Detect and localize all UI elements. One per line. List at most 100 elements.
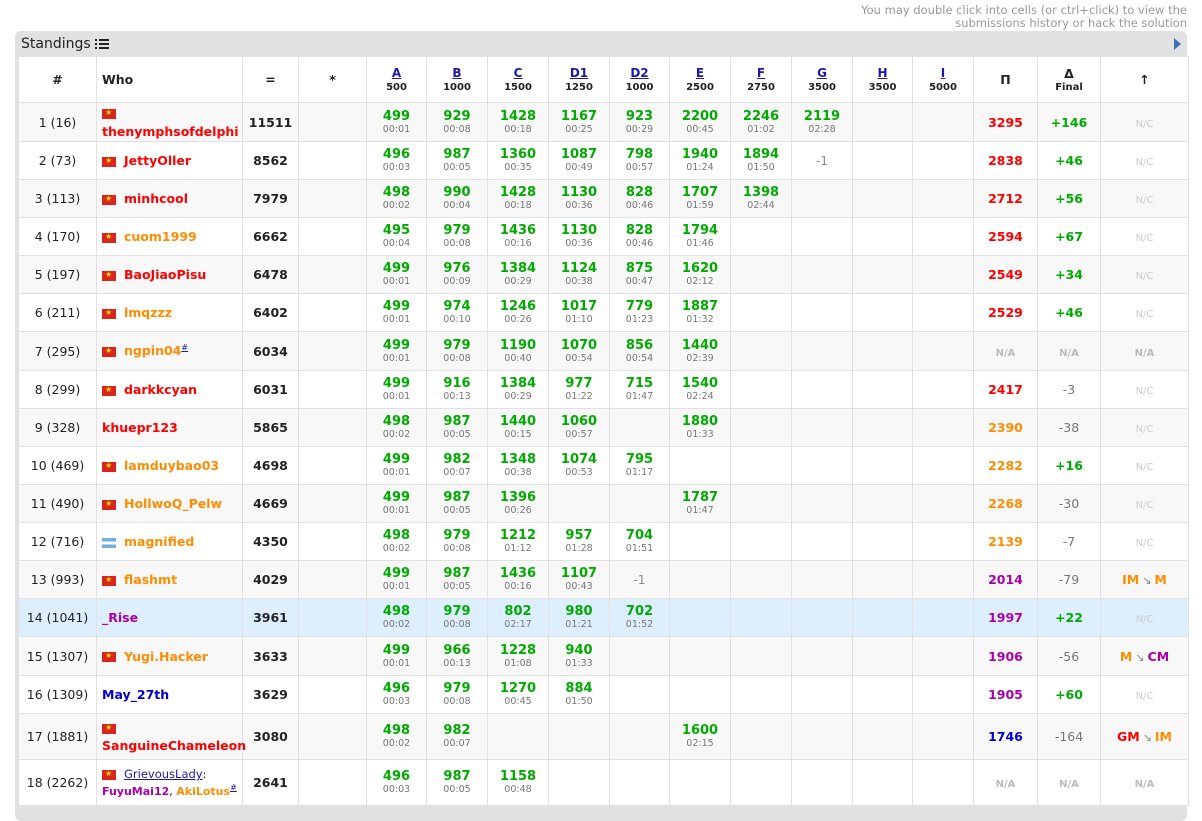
problem-cell[interactable]: 987 00:05 [426, 759, 488, 806]
problem-cell[interactable] [669, 636, 731, 676]
problem-cell[interactable]: 1060 00:57 [548, 408, 610, 447]
problem-cell[interactable] [912, 522, 974, 561]
problem-cell[interactable]: 1428 00:18 [487, 179, 549, 218]
problem-cell[interactable] [791, 560, 853, 599]
problem-cell[interactable]: 987 00:05 [426, 408, 488, 447]
problem-cell[interactable] [669, 522, 731, 561]
problem-cell[interactable] [912, 446, 974, 485]
handle-link[interactable]: JettyOller [124, 153, 191, 168]
problem-cell[interactable] [791, 598, 853, 637]
problem-link-a[interactable]: A [367, 66, 426, 80]
problem-cell[interactable]: 704 01:51 [609, 522, 670, 561]
problem-cell[interactable] [730, 293, 792, 332]
problem-cell[interactable] [730, 446, 792, 485]
problem-cell[interactable]: 1228 01:08 [487, 636, 549, 676]
problem-link-b[interactable]: B [427, 66, 487, 80]
problem-cell[interactable]: 875 00:47 [609, 255, 670, 294]
problem-cell[interactable]: 1246 00:26 [487, 293, 549, 332]
problem-cell[interactable] [852, 675, 913, 714]
problem-cell[interactable]: 1017 01:10 [548, 293, 610, 332]
problem-cell[interactable]: 1940 01:24 [669, 141, 731, 180]
problem-cell[interactable]: 940 01:33 [548, 636, 610, 676]
handle-link[interactable]: cuom1999 [124, 229, 197, 244]
problem-cell[interactable]: 1880 01:33 [669, 408, 731, 447]
problem-cell[interactable] [669, 446, 731, 485]
problem-cell[interactable] [852, 293, 913, 332]
problem-cell[interactable] [852, 179, 913, 218]
problem-cell[interactable] [852, 141, 913, 180]
problem-cell[interactable] [669, 560, 731, 599]
problem-cell[interactable] [548, 713, 610, 760]
problem-cell[interactable] [852, 560, 913, 599]
handle-link[interactable]: lmqzzz [124, 305, 172, 320]
problem-cell[interactable] [791, 675, 853, 714]
problem-link-d2[interactable]: D2 [610, 66, 669, 80]
problem-cell[interactable]: 1436 00:16 [487, 217, 549, 256]
problem-cell[interactable]: 1130 00:36 [548, 179, 610, 218]
problem-cell[interactable]: 1794 01:46 [669, 217, 731, 256]
problem-cell[interactable]: 1440 00:15 [487, 408, 549, 447]
problem-cell[interactable] [669, 675, 731, 714]
handle-link[interactable]: Yugi.Hacker [124, 649, 208, 664]
problem-cell[interactable] [912, 408, 974, 447]
handle-link[interactable]: minhcool [124, 191, 188, 206]
handle-link[interactable]: flashmt [124, 572, 177, 587]
handle-link[interactable]: ngpin04 [124, 344, 181, 359]
problem-cell[interactable] [609, 636, 670, 676]
problem-cell[interactable]: 987 00:05 [426, 560, 488, 599]
problem-cell[interactable]: 884 01:50 [548, 675, 610, 714]
problem-link-g[interactable]: G [792, 66, 852, 80]
problem-cell[interactable]: 982 00:07 [426, 446, 488, 485]
problem-cell[interactable] [669, 759, 731, 806]
problem-cell[interactable]: 498 00:02 [366, 598, 427, 637]
problem-cell[interactable] [912, 598, 974, 637]
problem-cell[interactable]: 499 00:01 [366, 560, 427, 599]
problem-cell[interactable]: 1124 00:38 [548, 255, 610, 294]
problem-cell[interactable] [487, 713, 549, 760]
problem-cell[interactable] [912, 713, 974, 760]
problem-cell[interactable] [791, 370, 853, 409]
handle-link[interactable]: darkkcyan [124, 382, 197, 397]
problem-cell[interactable]: 498 00:02 [366, 713, 427, 760]
problem-cell[interactable]: 977 01:22 [548, 370, 610, 409]
problem-cell[interactable] [912, 560, 974, 599]
problem-cell[interactable]: 499 00:01 [366, 370, 427, 409]
team-name-link[interactable]: GrievousLady [124, 767, 203, 781]
problem-cell[interactable]: 982 00:07 [426, 713, 488, 760]
problem-cell[interactable] [730, 759, 792, 806]
problem-cell[interactable] [730, 255, 792, 294]
problem-cell[interactable]: 856 00:54 [609, 331, 670, 371]
problem-cell[interactable]: 1270 00:45 [487, 675, 549, 714]
problem-cell[interactable]: 1107 00:43 [548, 560, 610, 599]
problem-cell[interactable]: 828 00:46 [609, 217, 670, 256]
problem-cell[interactable] [730, 522, 792, 561]
problem-cell[interactable]: 499 00:01 [366, 331, 427, 371]
problem-cell[interactable] [791, 255, 853, 294]
problem-cell[interactable]: 957 01:28 [548, 522, 610, 561]
problem-cell[interactable]: 979 00:08 [426, 217, 488, 256]
expand-arrow-icon[interactable] [1174, 38, 1181, 50]
problem-cell[interactable] [852, 484, 913, 523]
problem-cell[interactable]: 1190 00:40 [487, 331, 549, 371]
problem-cell[interactable] [912, 179, 974, 218]
problem-cell[interactable] [852, 331, 913, 371]
problem-cell[interactable] [852, 598, 913, 637]
problem-cell[interactable] [730, 370, 792, 409]
problem-cell[interactable] [791, 408, 853, 447]
list-icon[interactable] [94, 38, 109, 50]
problem-cell[interactable]: 499 00:01 [366, 102, 427, 142]
problem-cell[interactable] [669, 598, 731, 637]
problem-cell[interactable] [912, 141, 974, 180]
problem-cell[interactable]: 1087 00:49 [548, 141, 610, 180]
problem-cell[interactable] [548, 484, 610, 523]
handle-link[interactable]: SanguineChameleon [102, 738, 246, 753]
problem-cell[interactable]: 2246 01:02 [730, 102, 792, 142]
problem-cell[interactable]: 802 02:17 [487, 598, 549, 637]
problem-link-c[interactable]: C [488, 66, 548, 80]
problem-cell[interactable]: 499 00:01 [366, 255, 427, 294]
problem-cell[interactable] [609, 713, 670, 760]
problem-cell[interactable]: 1887 01:32 [669, 293, 731, 332]
problem-cell[interactable]: 1398 02:44 [730, 179, 792, 218]
problem-cell[interactable] [791, 293, 853, 332]
problem-cell[interactable] [730, 331, 792, 371]
